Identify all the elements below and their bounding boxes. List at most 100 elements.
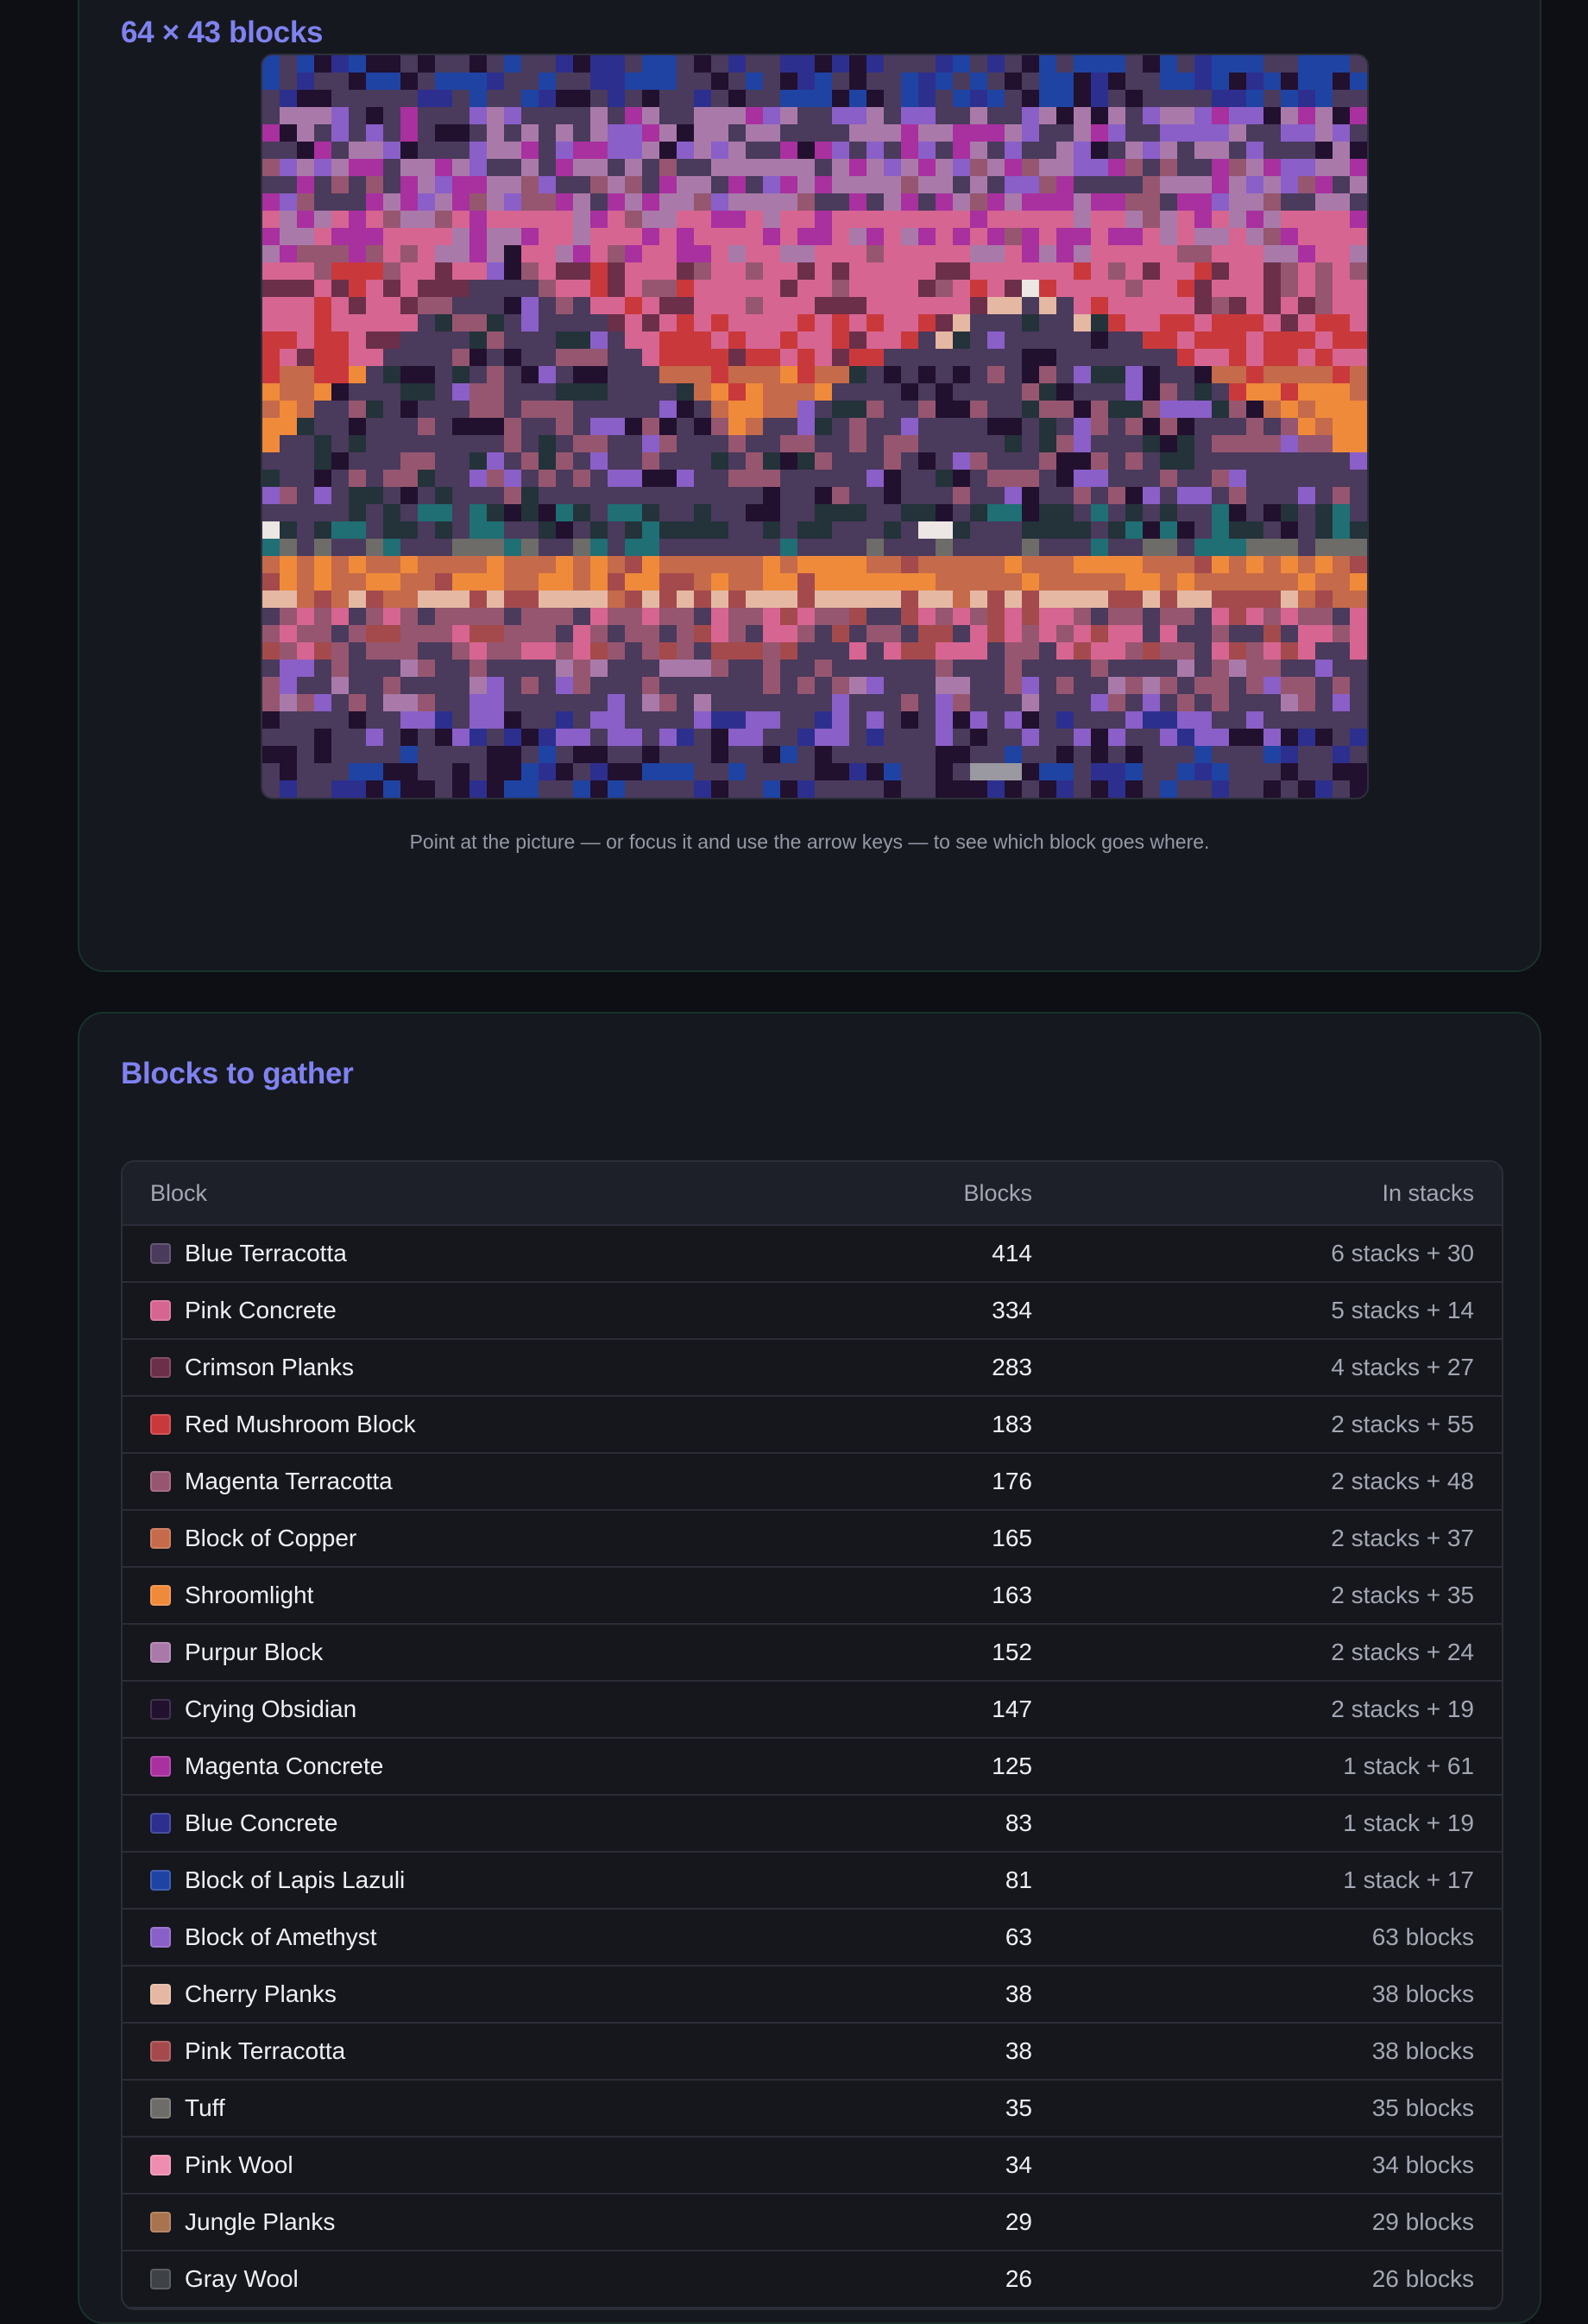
mosaic-cell <box>866 556 885 574</box>
mosaic-cell <box>349 487 367 505</box>
mosaic-cell <box>1350 176 1367 194</box>
mosaic-cell <box>953 314 971 332</box>
mosaic-preview[interactable] <box>261 54 1369 799</box>
mosaic-cell <box>677 262 695 281</box>
mosaic-cell <box>1194 366 1213 384</box>
mosaic-cell <box>1194 332 1213 350</box>
mosaic-cell <box>1333 435 1351 453</box>
mosaic-cell <box>297 539 315 557</box>
mosaic-cell <box>556 694 574 712</box>
blocks-card: Blocks to gather Block Blocks In stacks … <box>78 1012 1541 2324</box>
mosaic-cell <box>797 107 816 125</box>
mosaic-cell <box>1125 245 1144 263</box>
mosaic-cell <box>400 470 419 488</box>
mosaic-cell <box>936 677 954 695</box>
mosaic-cell <box>1160 211 1178 229</box>
mosaic-cell <box>1333 142 1351 160</box>
mosaic-cell <box>280 73 298 91</box>
mosaic-cell <box>884 245 902 263</box>
mosaic-cell <box>383 280 401 298</box>
mosaic-cell <box>677 711 695 729</box>
mosaic-cell <box>590 729 608 747</box>
mosaic-cell <box>884 435 902 453</box>
mosaic-cell <box>711 245 729 263</box>
block-name: Blue Terracotta <box>185 1240 347 1266</box>
mosaic-cell <box>1177 297 1195 315</box>
blocks-table-body: Blue Terracotta 414 6 stacks + 30 Pink Conc… <box>123 1225 1502 2308</box>
mosaic-cell <box>452 211 470 229</box>
mosaic-cell <box>452 539 470 557</box>
mosaic-cell <box>435 660 453 678</box>
table-row: Purpur Block 152 2 stacks + 24 <box>123 1624 1502 1682</box>
mosaic-cell <box>849 590 867 609</box>
mosaic-cell <box>1194 349 1213 367</box>
mosaic-cell <box>262 349 280 367</box>
block-name: Block of Amethyst <box>185 1923 377 1950</box>
mosaic-cell <box>694 366 712 384</box>
mosaic-cell <box>297 193 315 212</box>
mosaic-cell <box>487 124 505 142</box>
mosaic-cell <box>1212 625 1230 643</box>
mosaic-cell <box>452 124 470 142</box>
mosaic-cell <box>1333 487 1351 505</box>
mosaic-cell <box>1263 660 1282 678</box>
mosaic-cell <box>573 608 591 626</box>
mosaic-cell <box>1056 245 1074 263</box>
mosaic-cell <box>1108 694 1126 712</box>
mosaic-cell <box>383 470 401 488</box>
mosaic-cell <box>314 452 332 470</box>
mosaic-cell <box>469 677 488 695</box>
mosaic-cell <box>1125 625 1144 643</box>
mosaic-cell <box>884 107 902 125</box>
mosaic-cell <box>1246 418 1264 436</box>
mosaic-cell <box>901 193 919 212</box>
block-color-swatch <box>150 1300 171 1321</box>
mosaic-cell <box>297 297 315 315</box>
mosaic-cell <box>1194 383 1213 401</box>
mosaic-cell <box>970 211 988 229</box>
mosaic-cell <box>469 573 488 591</box>
mosaic-cell <box>711 159 729 177</box>
mosaic-cell <box>280 539 298 557</box>
mosaic-cell <box>331 521 350 540</box>
mosaic-cell <box>504 366 522 384</box>
mosaic-cell <box>504 159 522 177</box>
mosaic-cell <box>590 90 608 108</box>
mosaic-cell <box>1350 660 1367 678</box>
mosaic-cell <box>590 573 608 591</box>
mosaic-cell <box>556 176 574 194</box>
mosaic-cell <box>728 142 747 160</box>
block-count: 414 <box>737 1225 1032 1283</box>
mosaic-cell <box>625 245 643 263</box>
mosaic-cell <box>1125 418 1144 436</box>
mosaic-cell <box>1246 262 1264 281</box>
mosaic-cell <box>608 55 626 73</box>
mosaic-cell <box>918 142 936 160</box>
mosaic-cell <box>1298 176 1316 194</box>
mosaic-cell <box>1177 435 1195 453</box>
mosaic-cell <box>573 729 591 747</box>
mosaic-cell <box>1212 556 1230 574</box>
mosaic-cell <box>953 746 971 764</box>
mosaic-cell <box>884 73 902 91</box>
mosaic-cell <box>262 418 280 436</box>
block-color-swatch <box>150 1699 171 1720</box>
mosaic-cell <box>1177 573 1195 591</box>
mosaic-cell <box>728 521 747 540</box>
mosaic-cell <box>815 418 833 436</box>
mosaic-cell <box>1074 625 1092 643</box>
mosaic-cell <box>1177 470 1195 488</box>
mosaic-cell <box>1246 159 1264 177</box>
mosaic-cell <box>366 107 384 125</box>
mosaic-cell <box>521 780 539 798</box>
mosaic-cell <box>539 366 557 384</box>
mosaic-cell <box>539 349 557 367</box>
mosaic-cell <box>297 383 315 401</box>
block-name-cell: Purpur Block <box>123 1624 737 1682</box>
mosaic-cell <box>677 124 695 142</box>
mosaic-cell <box>1091 556 1109 574</box>
mosaic-cell <box>469 418 488 436</box>
mosaic-cell <box>677 383 695 401</box>
mosaic-cell <box>953 711 971 729</box>
mosaic-cell <box>1212 401 1230 419</box>
